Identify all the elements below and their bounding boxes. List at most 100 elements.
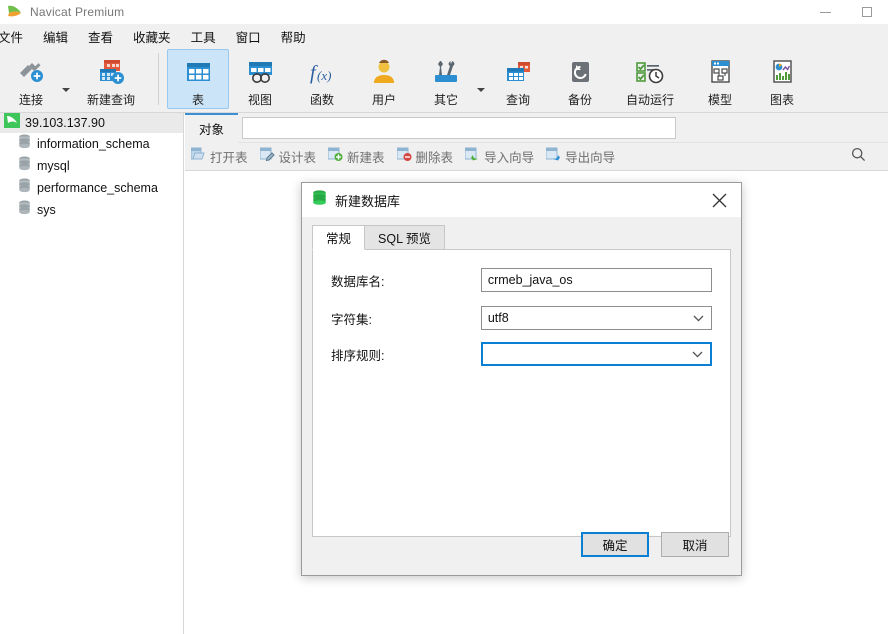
other-tools-icon xyxy=(429,55,463,89)
database-icon xyxy=(18,156,31,176)
chevron-down-icon xyxy=(693,307,704,329)
view-icon xyxy=(244,55,276,89)
menu-view[interactable]: 查看 xyxy=(78,24,123,49)
dialog-tab-general[interactable]: 常规 xyxy=(312,225,366,250)
dialog-footer: 确定 取消 xyxy=(302,513,741,575)
database-icon xyxy=(18,200,31,220)
toolbar-button-table[interactable]: 表 xyxy=(167,49,229,109)
action-label: 导出向导 xyxy=(565,151,616,165)
dialog-body: 常规 SQL 预览 数据库名: crmeb_java_os 字符集: utf8 xyxy=(302,217,741,537)
charset-select[interactable]: utf8 xyxy=(480,306,712,330)
dialog-tab-sql-preview[interactable]: SQL 预览 xyxy=(364,225,446,250)
menu-favorites[interactable]: 收藏夹 xyxy=(123,24,181,49)
menu-edit[interactable]: 编辑 xyxy=(33,24,78,49)
database-name: information_schema xyxy=(37,137,150,151)
dialog-title: 新建数据库 xyxy=(335,193,401,209)
toolbar-button-user[interactable]: 用户 xyxy=(353,49,415,111)
action-open-table[interactable]: 打开表 xyxy=(190,147,248,166)
action-label: 设计表 xyxy=(278,151,317,165)
object-action-bar: 打开表 设计表 新建表 删除表 导入向导 导出向导 xyxy=(185,143,888,171)
menu-window[interactable]: 窗口 xyxy=(226,24,271,49)
toolbar-button-model[interactable]: 模型 xyxy=(689,49,751,111)
svg-text:(x): (x) xyxy=(317,68,331,83)
navicat-connection-icon xyxy=(4,113,20,133)
toolbar-button-new-query[interactable]: 新建查询 xyxy=(72,49,150,111)
toolbar-label-function: 函数 xyxy=(309,93,334,107)
app-title: Navicat Premium xyxy=(30,5,125,19)
toolbar-button-view[interactable]: 视图 xyxy=(229,49,291,111)
field-row-charset: 字符集: utf8 xyxy=(331,306,712,330)
automation-icon xyxy=(633,55,667,89)
user-icon xyxy=(368,55,400,89)
new-table-icon xyxy=(327,147,343,166)
object-search-input[interactable] xyxy=(242,116,677,139)
object-tab-row: 对象 xyxy=(185,112,888,143)
database-icon xyxy=(18,178,31,198)
model-icon xyxy=(704,55,736,89)
main-toolbar: 连接 新建查询 表 视图 f (x) 函数 用户 其它 查询 备份 自动运行 模… xyxy=(0,49,888,113)
db-name-label: 数据库名: xyxy=(331,274,385,289)
ok-button[interactable]: 确定 xyxy=(581,531,649,557)
query-icon xyxy=(502,55,534,89)
connection-name: 39.103.137.90 xyxy=(25,116,105,130)
cancel-button[interactable]: 取消 xyxy=(661,531,729,557)
toolbar-button-other[interactable]: 其它 xyxy=(415,49,477,111)
toolbar-label-backup: 备份 xyxy=(567,93,592,107)
database-icon xyxy=(312,189,327,211)
toolbar-separator-1 xyxy=(158,53,159,105)
minimize-icon xyxy=(819,11,831,13)
action-label: 导入向导 xyxy=(484,151,535,165)
minimize-button[interactable] xyxy=(804,0,846,24)
menu-file[interactable]: 文件 xyxy=(0,24,33,49)
menu-tools[interactable]: 工具 xyxy=(181,24,226,49)
toolbar-button-automation[interactable]: 自动运行 xyxy=(611,49,689,111)
action-label: 删除表 xyxy=(415,151,454,165)
new-database-dialog: 新建数据库 常规 SQL 预览 数据库名: crmeb_java_os 字符集: xyxy=(301,182,742,576)
sidebar-item-database[interactable]: sys xyxy=(0,199,183,221)
connection-dropdown-arrow[interactable] xyxy=(62,87,72,92)
dialog-close-button[interactable] xyxy=(697,183,741,217)
menu-help[interactable]: 帮助 xyxy=(271,24,316,49)
sidebar-item-database[interactable]: performance_schema xyxy=(0,177,183,199)
toolbar-button-query[interactable]: 查询 xyxy=(487,49,549,111)
titlebar: Navicat Premium xyxy=(0,0,888,24)
action-label: 新建表 xyxy=(347,151,385,165)
action-label: 打开表 xyxy=(210,151,248,165)
navicat-logo-icon xyxy=(6,4,24,20)
toolbar-button-function[interactable]: f (x) 函数 xyxy=(291,49,353,111)
chevron-down-icon xyxy=(692,344,703,364)
other-dropdown-arrow[interactable] xyxy=(477,87,487,92)
toolbar-label-user: 用户 xyxy=(371,93,396,107)
import-wizard-icon xyxy=(464,147,480,166)
toolbar-button-connection[interactable]: 连接 xyxy=(0,49,62,111)
toolbar-label-table: 表 xyxy=(191,93,204,107)
new-query-icon xyxy=(95,55,127,89)
maximize-icon xyxy=(862,7,872,17)
dialog-titlebar: 新建数据库 xyxy=(302,183,741,217)
db-name-input[interactable]: crmeb_java_os xyxy=(480,268,712,292)
function-icon: f (x) xyxy=(305,55,339,89)
field-row-db-name: 数据库名: crmeb_java_os xyxy=(331,268,712,292)
menubar: 文件 编辑 查看 收藏夹 工具 窗口 帮助 xyxy=(0,24,888,49)
action-export-wizard[interactable]: 导出向导 xyxy=(545,147,616,166)
action-new-table[interactable]: 新建表 xyxy=(327,147,385,166)
database-icon xyxy=(18,134,31,154)
database-name: performance_schema xyxy=(37,181,158,195)
action-delete-table[interactable]: 删除表 xyxy=(396,147,454,166)
sidebar-item-database[interactable]: information_schema xyxy=(0,133,183,155)
maximize-button[interactable] xyxy=(846,0,888,24)
object-search-button[interactable] xyxy=(851,147,866,167)
open-table-icon xyxy=(190,147,206,166)
collation-select[interactable] xyxy=(480,342,712,366)
toolbar-label-query: 查询 xyxy=(505,93,530,107)
chart-icon xyxy=(766,55,798,89)
tab-objects[interactable]: 对象 xyxy=(185,112,239,143)
dialog-tab-panel-general: 数据库名: crmeb_java_os 字符集: utf8 排序规则: xyxy=(312,249,731,537)
sidebar-item-connection[interactable]: 39.103.137.90 xyxy=(0,113,183,133)
sidebar-item-database[interactable]: mysql xyxy=(0,155,183,177)
action-design-table[interactable]: 设计表 xyxy=(259,147,317,166)
action-import-wizard[interactable]: 导入向导 xyxy=(464,147,535,166)
navicat-window: Navicat Premium 文件 编辑 查看 收藏夹 工具 窗口 帮助 连接… xyxy=(0,0,888,634)
toolbar-button-backup[interactable]: 备份 xyxy=(549,49,611,111)
toolbar-button-chart[interactable]: 图表 xyxy=(751,49,813,111)
